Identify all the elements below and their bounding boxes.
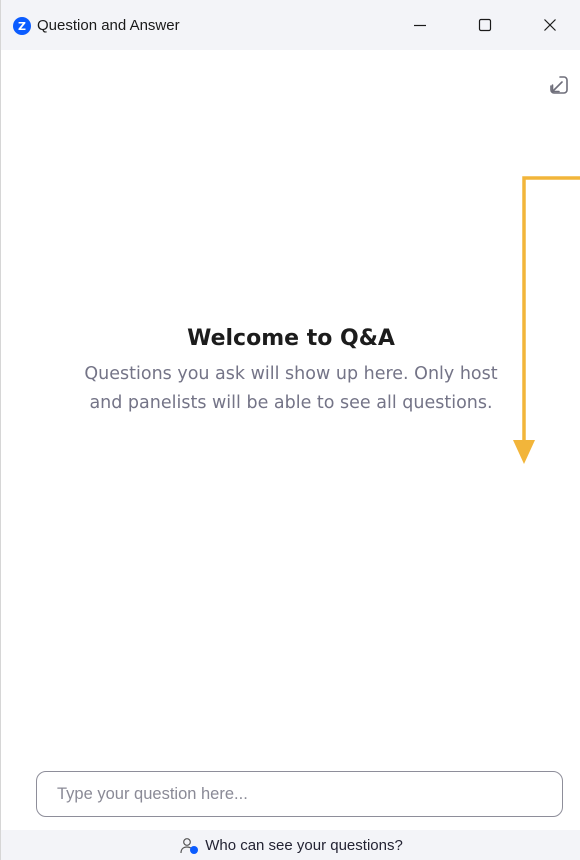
user-visibility-icon [180,838,199,854]
popout-icon [550,76,568,94]
zoom-app-icon: Z [13,17,31,35]
welcome-subtitle: Questions you ask will show up here. Onl… [84,364,498,413]
popout-button[interactable] [546,72,572,98]
qa-window: Z Question and Answer Welcome to Q&A Que… [0,0,580,860]
question-input[interactable] [36,771,563,817]
minimize-button[interactable] [397,0,443,50]
maximize-icon [478,18,492,32]
welcome-title: Welcome to Q&A [187,326,395,351]
welcome-panel: Welcome to Q&A Questions you ask will sh… [61,322,521,418]
window-title: Question and Answer [37,17,180,34]
who-can-see-link[interactable]: Who can see your questions? [1,830,580,860]
maximize-button[interactable] [462,0,508,50]
app-icon-letter: Z [18,19,26,33]
close-button[interactable] [527,0,573,50]
minimize-icon [414,24,426,27]
title-bar[interactable]: Z Question and Answer [1,0,580,50]
close-icon [544,19,556,31]
who-can-see-text: Who can see your questions? [205,836,403,854]
